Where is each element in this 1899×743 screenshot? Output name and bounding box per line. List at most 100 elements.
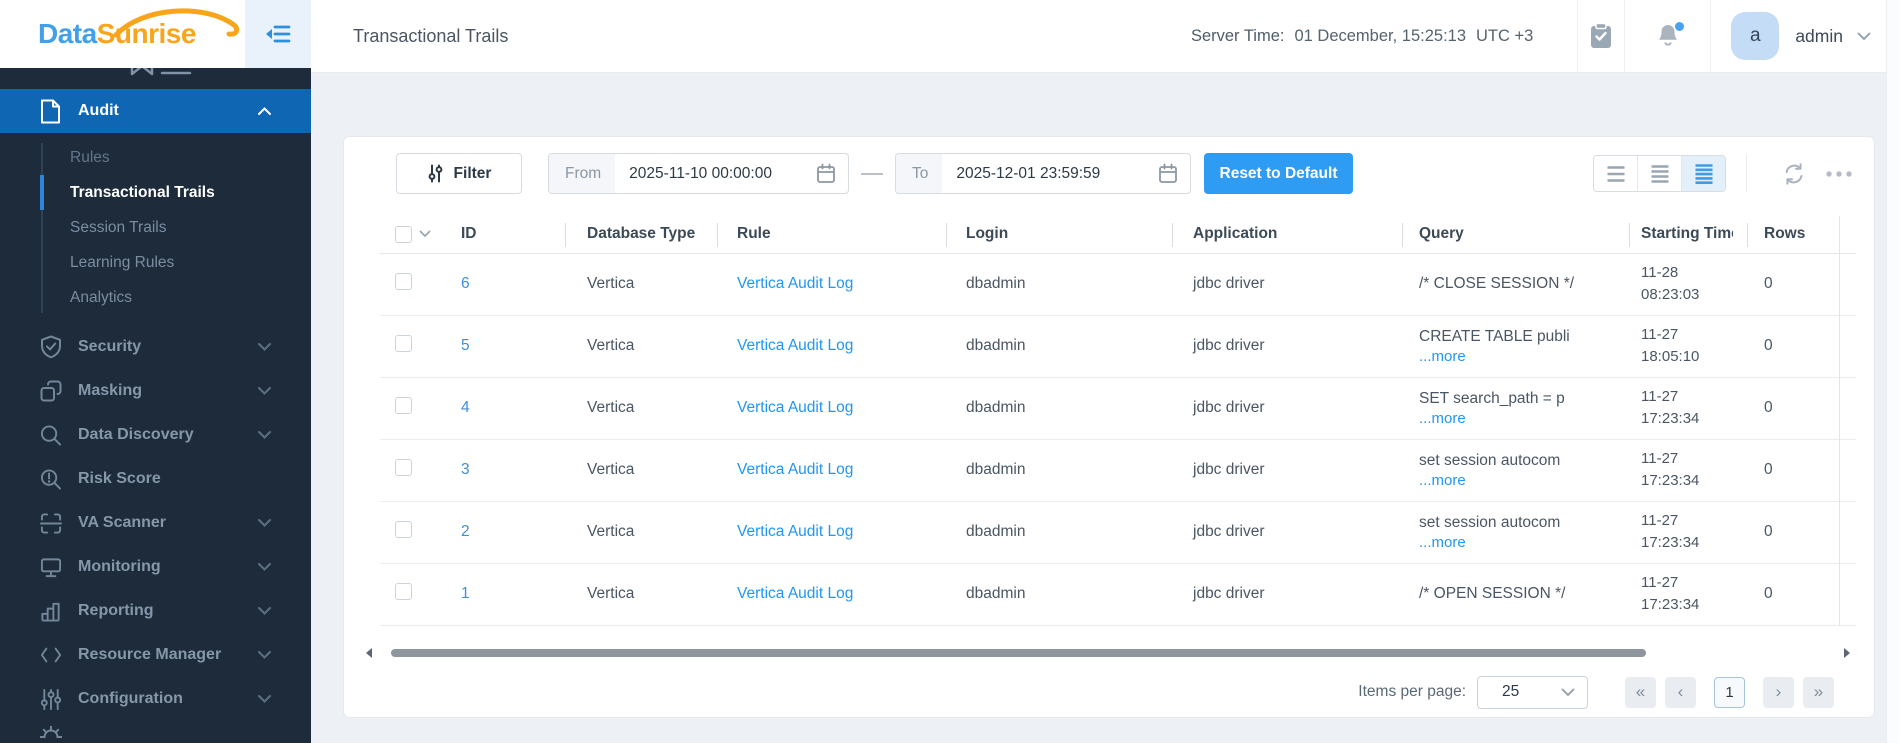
sidebar-item-monitoring[interactable]: Monitoring bbox=[0, 545, 311, 589]
three-lines-icon bbox=[1607, 165, 1624, 182]
sidebar-item-session-trails[interactable]: Session Trails bbox=[0, 210, 311, 245]
query-more-link[interactable]: ...more bbox=[1419, 348, 1466, 365]
cell-application: jdbc driver bbox=[1193, 461, 1265, 478]
sidebar-item-rules[interactable]: Rules bbox=[0, 140, 311, 175]
table-row[interactable]: 3 Vertica Vertica Audit Log dbadmin jdbc… bbox=[380, 439, 1856, 501]
column-header-id[interactable]: ID bbox=[440, 216, 565, 253]
sidebar: DataSunrise Audit Rules Transactional Tr… bbox=[0, 0, 311, 743]
calendar-icon[interactable] bbox=[816, 163, 836, 184]
chevron-down-icon[interactable] bbox=[419, 230, 431, 238]
starting-date: 11-27 bbox=[1641, 325, 1679, 343]
next-page-button[interactable]: › bbox=[1763, 676, 1794, 708]
rule-link[interactable]: Vertica Audit Log bbox=[737, 399, 853, 416]
sidebar-item-transactional-trails[interactable]: Transactional Trails bbox=[0, 175, 311, 210]
row-checkbox[interactable] bbox=[395, 459, 412, 476]
cell-rows: 0 bbox=[1764, 585, 1773, 602]
first-page-button[interactable]: « bbox=[1625, 676, 1656, 708]
table-row[interactable]: 5 Vertica Vertica Audit Log dbadmin jdbc… bbox=[380, 315, 1856, 377]
tasks-button[interactable] bbox=[1578, 0, 1624, 72]
column-header-query[interactable]: Query bbox=[1402, 216, 1629, 253]
row-checkbox[interactable] bbox=[395, 397, 412, 414]
cell-query: /* OPEN SESSION */ bbox=[1419, 585, 1566, 603]
trail-id-link[interactable]: 6 bbox=[461, 275, 470, 292]
sidebar-item-masking[interactable]: Masking bbox=[0, 369, 311, 413]
sidebar-item-va-scanner[interactable]: VA Scanner bbox=[0, 501, 311, 545]
density-loose-button[interactable] bbox=[1594, 156, 1637, 191]
trail-id-link[interactable]: 1 bbox=[461, 585, 470, 602]
sunrise-arc-icon bbox=[113, 8, 240, 38]
date-to-input[interactable]: To 2025-12-01 23:59:59 bbox=[895, 153, 1191, 194]
cell-rows: 0 bbox=[1764, 523, 1773, 540]
shield-check-icon bbox=[40, 335, 62, 359]
select-all-checkbox[interactable] bbox=[395, 225, 412, 243]
column-header-application[interactable]: Application bbox=[1172, 216, 1402, 253]
active-indicator bbox=[40, 175, 44, 210]
row-checkbox[interactable] bbox=[395, 583, 412, 600]
reset-to-default-button[interactable]: Reset to Default bbox=[1204, 153, 1353, 194]
rule-link[interactable]: Vertica Audit Log bbox=[737, 275, 853, 292]
sub-item-label: Learning Rules bbox=[70, 254, 175, 271]
date-from-input[interactable]: From 2025-11-10 00:00:00 bbox=[548, 153, 849, 194]
trail-id-link[interactable]: 5 bbox=[461, 337, 470, 354]
column-header-rule[interactable]: Rule bbox=[717, 216, 946, 253]
table-row[interactable]: 6 Vertica Vertica Audit Log dbadmin jdbc… bbox=[380, 253, 1856, 315]
sidebar-item-configuration[interactable]: Configuration bbox=[0, 677, 311, 721]
cell-rows: 0 bbox=[1764, 275, 1773, 292]
five-lines-icon bbox=[1695, 163, 1712, 184]
table-row[interactable]: 4 Vertica Vertica Audit Log dbadmin jdbc… bbox=[380, 377, 1856, 439]
trail-id-link[interactable]: 2 bbox=[461, 523, 470, 540]
sidebar-item-risk-score[interactable]: Risk Score bbox=[0, 457, 311, 501]
scroll-right-arrow[interactable] bbox=[1844, 647, 1850, 658]
table-row[interactable]: 2 Vertica Vertica Audit Log dbadmin jdbc… bbox=[380, 501, 1856, 563]
density-compact-button[interactable] bbox=[1681, 156, 1725, 191]
server-time-value: 01 December, 15:25:13 bbox=[1294, 26, 1467, 45]
query-more-link[interactable]: ...more bbox=[1419, 472, 1466, 489]
items-per-page-select[interactable]: 25 bbox=[1477, 675, 1588, 709]
cell-stub bbox=[1838, 377, 1856, 439]
rule-link[interactable]: Vertica Audit Log bbox=[737, 523, 853, 540]
trail-id-link[interactable]: 4 bbox=[461, 399, 470, 416]
scroll-left-arrow[interactable] bbox=[366, 647, 372, 658]
row-checkbox[interactable] bbox=[395, 521, 412, 538]
last-page-button[interactable]: » bbox=[1803, 676, 1834, 708]
scrollbar-thumb[interactable] bbox=[391, 648, 1646, 657]
filter-button[interactable]: Filter bbox=[396, 153, 522, 194]
rule-link[interactable]: Vertica Audit Log bbox=[737, 585, 853, 602]
sidebar-item-learning-rules[interactable]: Learning Rules bbox=[0, 245, 311, 280]
sidebar-item-security[interactable]: Security bbox=[0, 325, 311, 369]
rule-link[interactable]: Vertica Audit Log bbox=[737, 337, 853, 354]
trail-id-link[interactable]: 3 bbox=[461, 461, 470, 478]
cell-login: dbadmin bbox=[966, 461, 1026, 478]
query-more-link[interactable]: ...more bbox=[1419, 534, 1466, 551]
row-checkbox[interactable] bbox=[395, 273, 412, 290]
window-scrollbar[interactable] bbox=[1886, 0, 1899, 743]
user-menu[interactable]: a admin bbox=[1731, 12, 1871, 60]
current-page-button[interactable]: 1 bbox=[1714, 676, 1745, 708]
sidebar-item-audit[interactable]: Audit bbox=[0, 89, 311, 133]
query-more-link[interactable]: ...more bbox=[1419, 410, 1466, 427]
sidebar-item-partial-bottom[interactable] bbox=[0, 721, 311, 738]
sidebar-item-analytics[interactable]: Analytics bbox=[0, 280, 311, 315]
sidebar-item-data-discovery[interactable]: Data Discovery bbox=[0, 413, 311, 457]
rule-link[interactable]: Vertica Audit Log bbox=[737, 461, 853, 478]
row-checkbox[interactable] bbox=[395, 335, 412, 352]
column-header-rows[interactable]: Rows bbox=[1747, 216, 1839, 253]
more-actions-button[interactable] bbox=[1824, 169, 1854, 179]
column-header-database-type[interactable]: Database Type bbox=[565, 216, 717, 253]
column-header-login[interactable]: Login bbox=[946, 216, 1172, 253]
cell-database-type: Vertica bbox=[587, 585, 635, 602]
sidebar-item-resource-manager[interactable]: Resource Manager bbox=[0, 633, 311, 677]
density-medium-button[interactable] bbox=[1637, 156, 1681, 191]
notifications-button[interactable] bbox=[1625, 0, 1710, 72]
table-row[interactable]: 1 Vertica Vertica Audit Log dbadmin jdbc… bbox=[380, 563, 1856, 625]
cell-stub bbox=[1838, 253, 1856, 315]
sidebar-item-partial-top[interactable] bbox=[0, 68, 311, 89]
sidebar-collapse-button[interactable] bbox=[245, 0, 311, 68]
gear-icon bbox=[40, 726, 62, 738]
calendar-icon[interactable] bbox=[1158, 163, 1178, 184]
sidebar-item-reporting[interactable]: Reporting bbox=[0, 589, 311, 633]
refresh-button[interactable] bbox=[1782, 162, 1806, 186]
chevron-down-icon bbox=[258, 607, 271, 615]
column-header-starting-time[interactable]: Starting Time bbox=[1629, 216, 1747, 253]
previous-page-button[interactable]: ‹ bbox=[1665, 676, 1696, 708]
